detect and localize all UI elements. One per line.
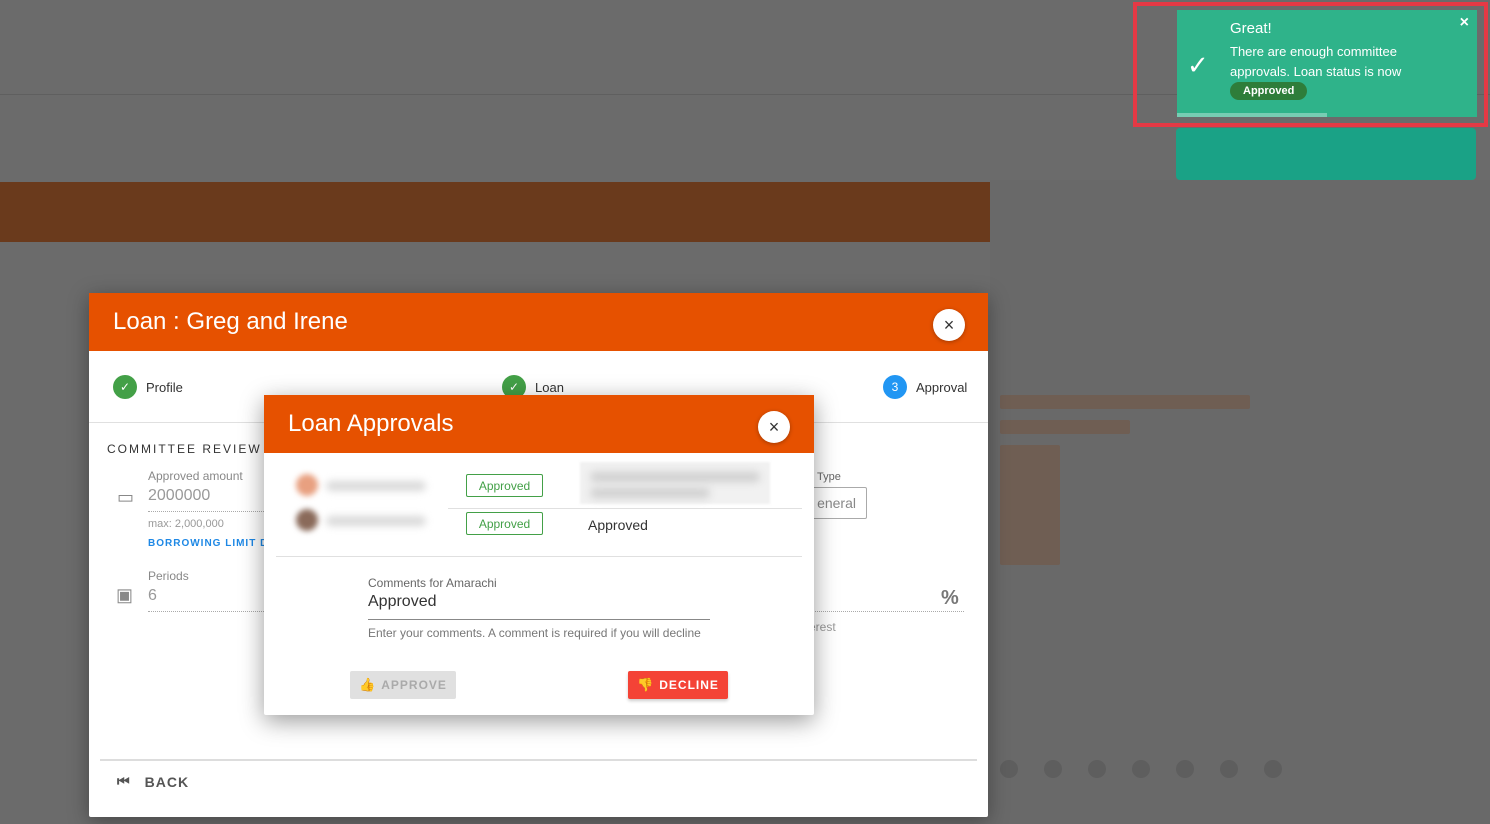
loan-modal-header: Loan : Greg and Irene × xyxy=(89,293,988,351)
close-icon[interactable]: × xyxy=(1460,14,1469,32)
comment-field[interactable]: Comments for Amarachi Approved Enter you… xyxy=(368,576,710,640)
comment-label: Comments for Amarachi xyxy=(368,576,497,590)
member-comment: Approved xyxy=(588,517,648,533)
decline-button[interactable]: 👎 DECLINE xyxy=(628,671,728,699)
thumbs-down-icon: 👎 xyxy=(637,677,655,692)
step-label: Approval xyxy=(916,379,968,395)
thumbs-up-icon: 👍 xyxy=(359,677,377,692)
step-profile[interactable]: ✓ Profile xyxy=(113,375,183,399)
toast-message: There are enough committee approvals. Lo… xyxy=(1230,44,1402,79)
status-badge: Approved xyxy=(466,474,543,497)
step-approval[interactable]: 3 Approval xyxy=(883,375,967,399)
member-name xyxy=(326,516,426,526)
bg-right-panel xyxy=(990,180,1490,824)
close-icon[interactable]: × xyxy=(933,309,965,341)
back-button[interactable]: ⏮ BACK xyxy=(117,773,189,790)
comment-input[interactable]: Approved xyxy=(368,590,710,620)
check-icon: ✓ xyxy=(113,375,137,399)
bg-blob xyxy=(1000,420,1130,434)
check-icon: ✓ xyxy=(1187,50,1209,80)
toast-notification[interactable]: ✓ Great! There are enough committee appr… xyxy=(1177,10,1477,117)
bg-blob xyxy=(1000,445,1060,565)
section-title: COMMITTEE REVIEW A xyxy=(107,442,277,456)
interest-input[interactable] xyxy=(809,611,964,612)
approve-label: APPROVE xyxy=(381,678,447,692)
bg-blob xyxy=(1000,395,1250,409)
loan-approvals-dialog: Loan Approvals × Approved Approved Appro… xyxy=(264,395,814,715)
percent-icon: % xyxy=(941,587,959,609)
back-label: BACK xyxy=(144,773,190,790)
bg-teal-button xyxy=(1176,128,1476,180)
avatar xyxy=(296,474,318,496)
money-icon: ▭ xyxy=(117,487,135,507)
avatar xyxy=(296,509,318,531)
step-label: Loan xyxy=(535,379,564,395)
approvals-header: Loan Approvals × xyxy=(264,395,814,453)
step-label: Profile xyxy=(146,379,183,395)
footer-divider xyxy=(100,759,977,761)
status-badge: Approved xyxy=(466,512,543,535)
row-divider xyxy=(448,508,802,509)
member-comment xyxy=(580,462,770,504)
status-badge: Approved xyxy=(1230,82,1308,100)
toast-progress xyxy=(1177,113,1327,117)
loan-modal-title: Loan : Greg and Irene xyxy=(113,308,348,335)
type-label: Type xyxy=(817,471,841,483)
member-name xyxy=(326,481,426,491)
comment-hint: Enter your comments. A comment is requir… xyxy=(368,626,701,640)
approvals-list: Approved Approved Approved xyxy=(276,453,802,557)
close-icon[interactable]: × xyxy=(758,411,790,443)
approvals-title: Loan Approvals xyxy=(288,410,454,437)
toast-title: Great! xyxy=(1230,20,1272,37)
skip-back-icon: ⏮ xyxy=(117,773,131,789)
calendar-icon: ▣ xyxy=(116,585,134,605)
approve-button[interactable]: 👍 APPROVE xyxy=(350,671,456,699)
step-number: 3 xyxy=(883,375,907,399)
decline-label: DECLINE xyxy=(659,678,719,692)
